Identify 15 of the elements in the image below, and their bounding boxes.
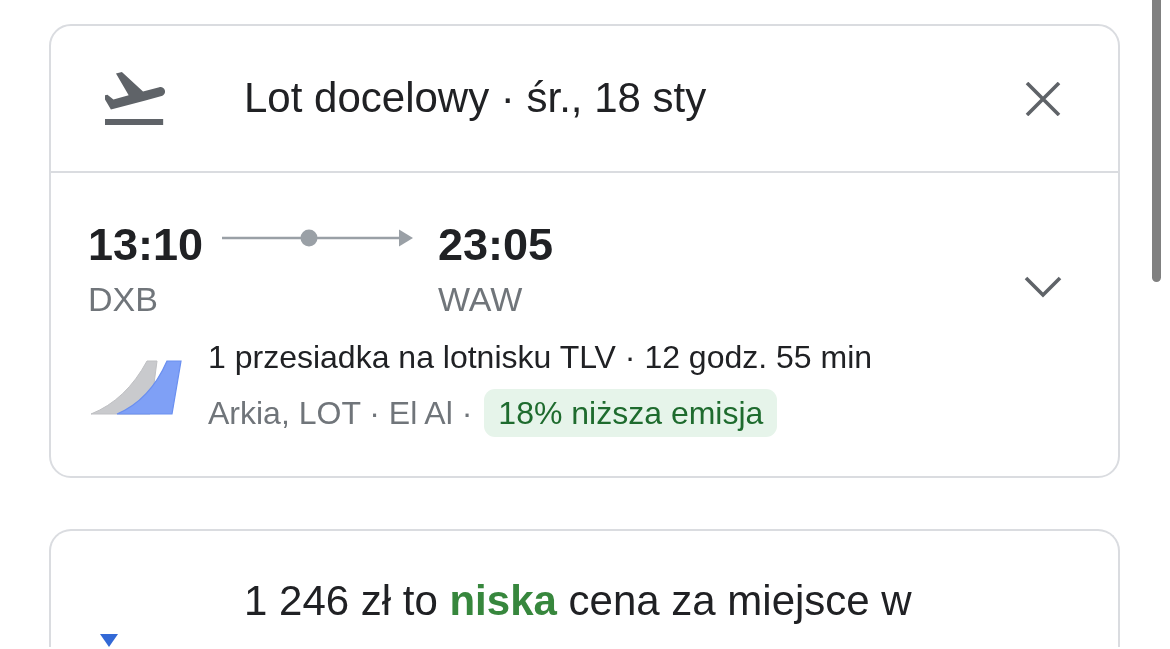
tail-fin-icon [90, 360, 182, 416]
price-insight-text: 1 246 zł to niska cena za miejsce w [244, 576, 912, 627]
emissions-badge: 18% niższa emisja [484, 389, 778, 438]
departure-time: 13:10 [88, 222, 204, 267]
down-triangle-icon [100, 634, 118, 648]
plane-takeoff-icon [105, 72, 165, 125]
departure-airport: DXB [88, 282, 158, 316]
airline-names: Arkia, LOT · El Al · [208, 394, 473, 434]
close-icon [1024, 81, 1062, 116]
stops-info: 1 przesiadka na lotnisku TLV · 12 godz. 55 min [208, 338, 873, 377]
flight-title: Lot docelowy · śr., 18 sty [244, 73, 707, 124]
arrival-airport: WAW [438, 282, 523, 316]
route-line-icon [222, 228, 413, 248]
scrollbar-thumb[interactable] [1152, 0, 1161, 282]
arrival-time: 23:05 [438, 222, 554, 267]
